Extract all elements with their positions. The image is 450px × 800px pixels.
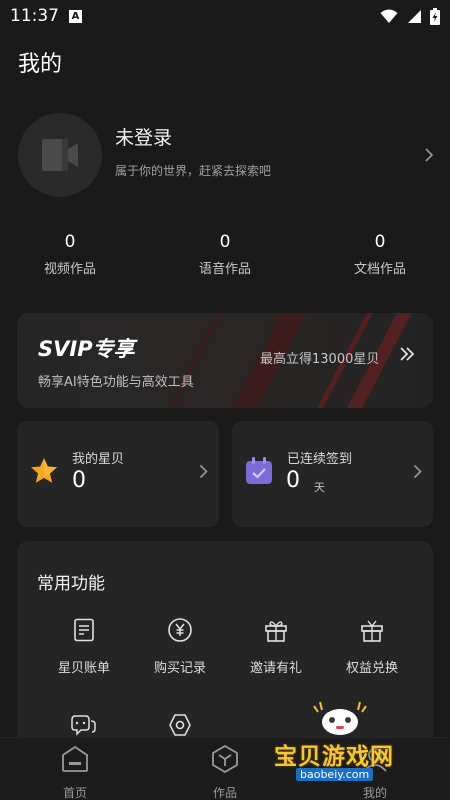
watermark-url: baobeiy.com [296, 768, 374, 781]
stat-document-works[interactable]: 0 文档作品 [320, 232, 440, 277]
tab-label: 我的 [362, 786, 387, 800]
card-label: 已连续签到 [287, 452, 353, 467]
signal-icon [408, 9, 421, 23]
stat-voice-works[interactable]: 0 语音作品 [165, 232, 285, 277]
star-icon [31, 458, 57, 483]
chevron-right-icon[interactable] [199, 464, 208, 479]
stat-value: 0 [219, 232, 231, 252]
chevron-right-icon[interactable] [424, 147, 434, 163]
profile-name: 未登录 [115, 127, 173, 149]
profile-subtitle: 属于你的世界，赶紧去探索吧 [115, 164, 272, 178]
function-chat[interactable] [38, 713, 130, 737]
stat-label: 文档作品 [353, 262, 406, 277]
function-label: 购买记录 [153, 661, 206, 676]
function-purchase-history[interactable]: 购买记录 [134, 617, 226, 676]
checkin-card[interactable]: 已连续签到 0 天 [232, 421, 433, 527]
double-chevron-right-icon [400, 347, 415, 361]
avatar[interactable] [18, 113, 102, 197]
notification-icon: A [69, 9, 82, 23]
gamepad-mascot-icon [313, 701, 367, 735]
stat-value: 0 [374, 232, 386, 252]
function-benefit-exchange[interactable]: 权益兑换 [326, 617, 418, 676]
wifi-icon [380, 9, 398, 23]
my-stars-card[interactable]: 我的星贝 0 [17, 421, 219, 527]
card-value: 0 [286, 468, 300, 493]
gift-exchange-icon [359, 617, 385, 643]
yen-coin-icon [167, 617, 193, 643]
function-star-bill[interactable]: 星贝账单 [38, 617, 130, 676]
watermark: 宝贝游戏网 baobeiy.com [270, 698, 420, 782]
profile-row[interactable]: 未登录 属于你的世界，赶紧去探索吧 [18, 113, 434, 197]
battery-icon [430, 7, 440, 25]
chevron-right-icon[interactable] [413, 464, 422, 479]
calendar-check-icon [246, 457, 272, 484]
status-bar: 11:37 A [0, 0, 450, 32]
works-stats: 0 视频作品 0 语音作品 0 文档作品 [0, 232, 450, 288]
stat-video-works[interactable]: 0 视频作品 [10, 232, 130, 277]
page-title: 我的 [18, 52, 63, 77]
tab-label: 首页 [62, 786, 87, 800]
functions-title: 常用功能 [37, 574, 105, 594]
function-label: 星贝账单 [57, 661, 110, 676]
home-icon [62, 745, 88, 772]
stat-value: 0 [64, 232, 76, 252]
function-settings[interactable] [134, 713, 226, 737]
video-camera-icon [42, 139, 78, 171]
bill-icon [71, 617, 97, 643]
svip-reward: 最高立得13000星贝 [260, 352, 380, 367]
tab-home[interactable]: 首页 [30, 744, 120, 800]
function-label: 权益兑换 [345, 661, 398, 676]
function-label: 邀请有礼 [249, 661, 302, 676]
status-time: 11:37 [10, 6, 59, 26]
tab-label: 作品 [212, 786, 237, 800]
card-label: 我的星贝 [72, 452, 125, 467]
works-cube-icon [212, 744, 238, 774]
stat-label: 语音作品 [198, 262, 251, 277]
tab-works[interactable]: 作品 [180, 744, 270, 800]
svip-subtitle: 畅享AI特色功能与高效工具 [38, 375, 194, 390]
chat-bubbles-icon [71, 715, 96, 736]
card-value: 0 [72, 468, 86, 493]
svip-banner[interactable]: SVIP专享 畅享AI特色功能与高效工具 最高立得13000星贝 [17, 313, 433, 408]
hexagon-settings-icon [169, 714, 191, 736]
status-indicators [380, 7, 440, 25]
watermark-text: 宝贝游戏网 [274, 744, 394, 770]
gift-icon [263, 617, 289, 643]
card-unit: 天 [314, 481, 325, 494]
svip-title: SVIP专享 [38, 337, 135, 361]
function-invite-gift[interactable]: 邀请有礼 [230, 617, 322, 676]
stat-label: 视频作品 [43, 262, 96, 277]
